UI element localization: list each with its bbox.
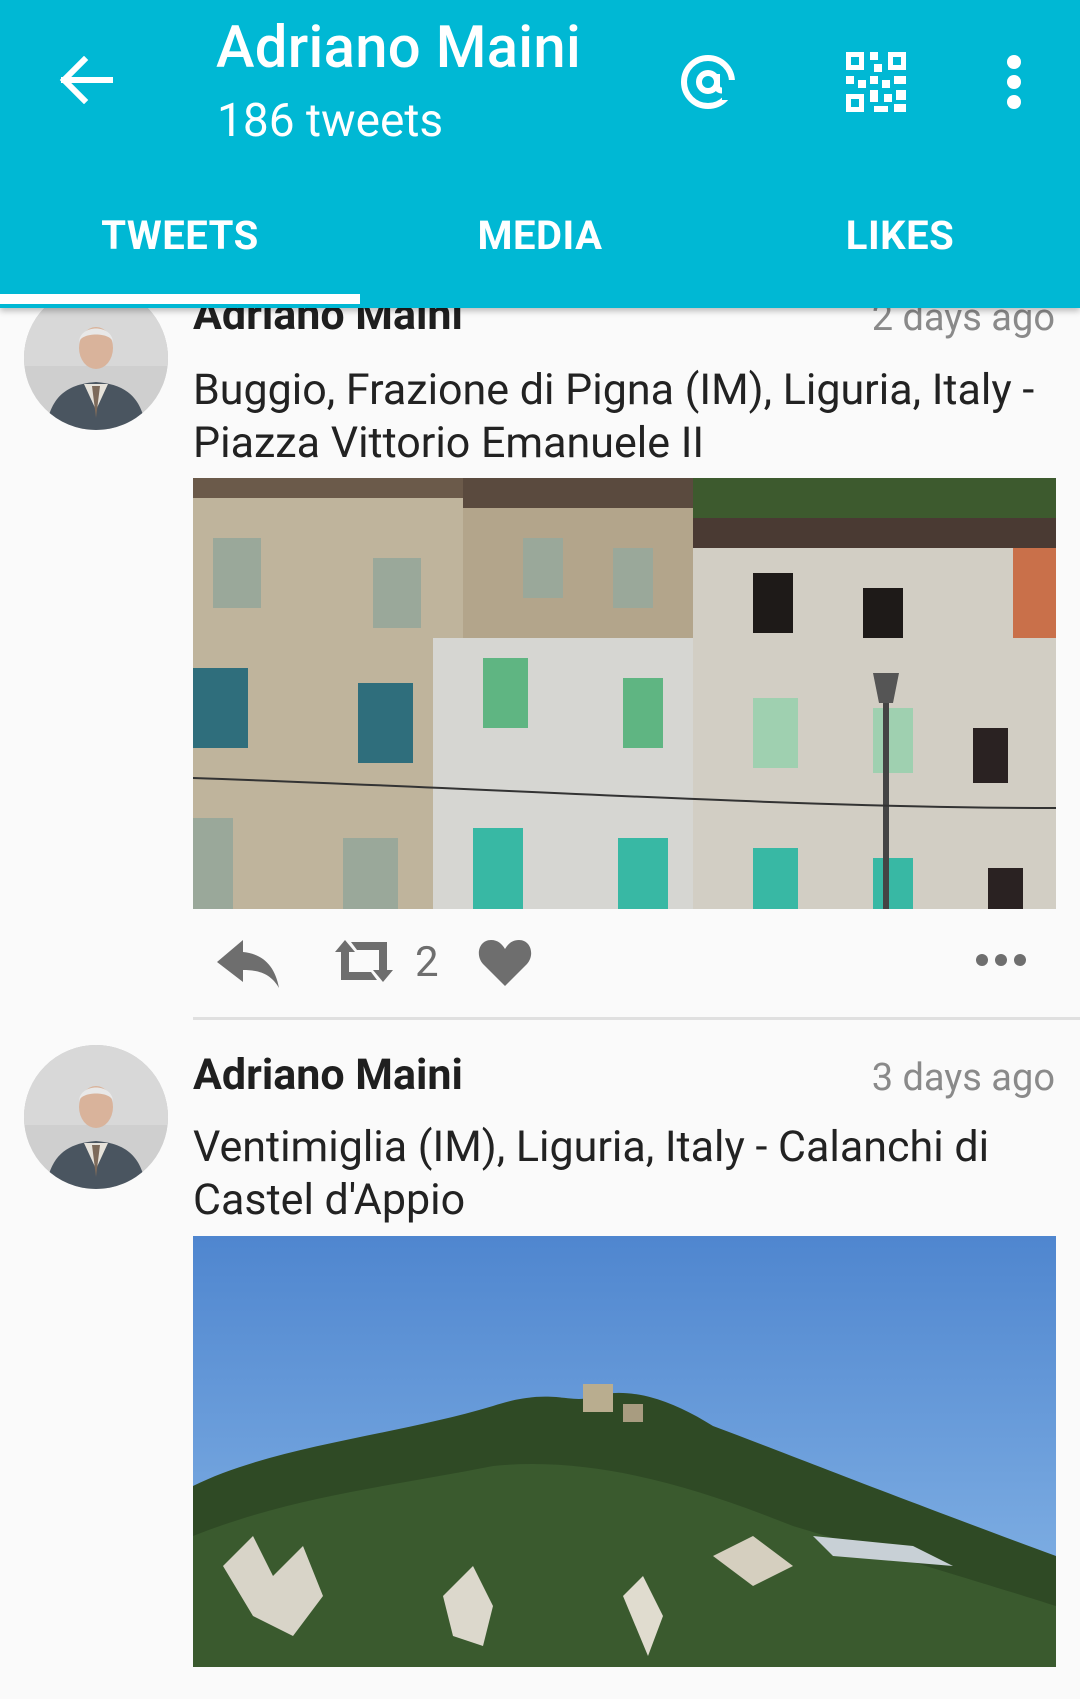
tweet-author[interactable]: Adriano Maini [193,1050,463,1100]
tweet-photo[interactable] [193,1236,1056,1667]
tab-likes[interactable]: LIKES [720,198,1080,308]
arrow-left-icon[interactable] [50,44,122,116]
tweet-photo[interactable] [193,478,1056,909]
retweet-icon[interactable] [331,938,397,988]
like-icon[interactable] [477,936,533,992]
qr-code-icon[interactable] [834,40,918,124]
reply-icon[interactable] [215,934,281,994]
tab-bar: TWEETS MEDIA LIKES [0,198,1080,308]
profile-title: Adriano Maini [216,14,582,82]
tab-tweets[interactable]: TWEETS [0,198,360,308]
at-icon[interactable] [666,40,750,124]
retweet-count: 2 [415,938,439,987]
divider [193,1017,1080,1020]
more-options-icon[interactable] [975,952,1027,972]
tweet-timestamp: 3 days ago [871,1056,1055,1100]
tab-media[interactable]: MEDIA [360,198,720,308]
tweet-text: Ventimiglia (IM), Liguria, Italy - Calan… [193,1122,990,1225]
tweet-text: Buggio, Frazione di Pigna (IM), Liguria,… [193,365,1035,468]
tweet-count: 186 tweets [217,94,444,148]
tweet-actions: 2 [193,924,1056,1004]
tab-indicator [0,294,360,304]
app-bar: Adriano Maini 186 tweets TWEETS MEDIA LI… [0,0,1080,308]
overflow-menu-icon[interactable] [972,40,1056,124]
avatar[interactable] [24,1045,168,1189]
